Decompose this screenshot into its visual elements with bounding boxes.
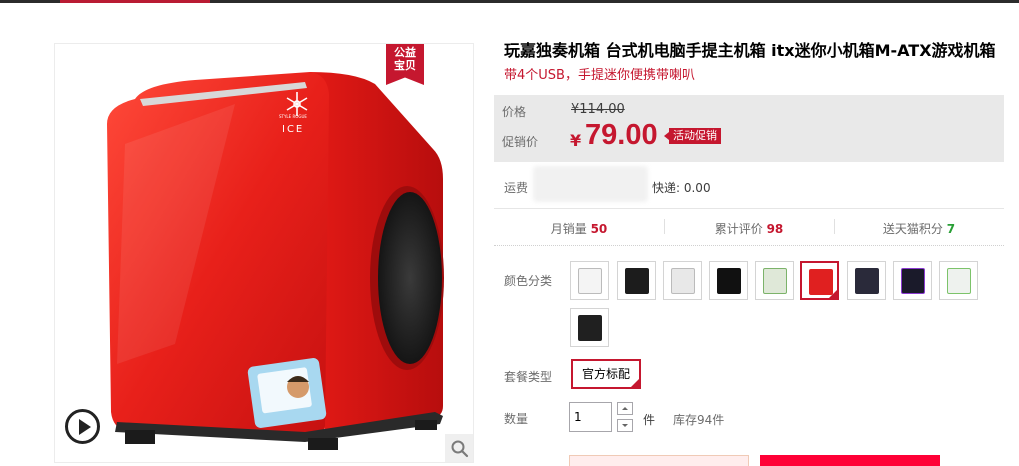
original-price: ¥114.00	[571, 102, 625, 117]
play-icon[interactable]	[65, 409, 100, 444]
charity-tag: 公益 宝贝	[386, 44, 424, 85]
product-subtitle: 带4个USB，手提迷你便携带喇叭	[504, 68, 695, 83]
stat-value: 7	[946, 222, 956, 236]
quantity-input[interactable]	[569, 402, 612, 432]
divider	[494, 208, 1004, 209]
quantity-decrease-button[interactable]	[617, 419, 633, 432]
buy-now-button[interactable]	[569, 455, 749, 466]
color-swatch[interactable]	[709, 261, 748, 300]
top-bar-accent	[60, 0, 210, 3]
color-label: 颜色分类	[504, 274, 553, 288]
promo-price-label: 促销价	[502, 135, 539, 149]
color-swatch[interactable]	[617, 261, 656, 300]
check-icon	[828, 289, 838, 299]
add-to-cart-button[interactable]	[760, 455, 940, 466]
chevron-up-icon	[622, 407, 628, 410]
package-option[interactable]: 官方标配	[571, 359, 641, 389]
stat-label: 送天猫积分	[882, 222, 943, 236]
color-swatch[interactable]	[893, 261, 932, 300]
pc-case-illustration	[107, 72, 444, 450]
check-icon	[630, 378, 640, 388]
shipping-label: 运费	[504, 181, 529, 195]
color-swatch[interactable]	[939, 261, 978, 300]
product-title: 玩嘉独奏机箱 台式机电脑手提主机箱 itx迷你小机箱M-ATX游戏机箱	[504, 41, 996, 60]
search-icon	[451, 440, 469, 458]
color-swatch[interactable]	[847, 261, 886, 300]
shipping-cost: 快递: 0.00	[652, 181, 711, 195]
stock-count: 库存94件	[673, 413, 725, 427]
color-swatch[interactable]	[570, 308, 609, 347]
stat-points: 送天猫积分 7	[834, 220, 1004, 237]
stat-label: 累计评价	[714, 222, 763, 236]
promo-badge: 活动促销	[664, 128, 721, 144]
location-selector[interactable]	[533, 166, 648, 202]
quantity-unit: 件	[643, 413, 656, 427]
package-label: 套餐类型	[504, 370, 553, 384]
case-small-text: STYLE ROGUE	[279, 114, 307, 119]
stat-monthly-sales: 月销量 50	[494, 220, 664, 237]
price-label: 价格	[502, 105, 527, 119]
currency-symbol: ¥	[570, 131, 582, 150]
stat-value: 50	[590, 222, 608, 236]
quantity-increase-button[interactable]	[617, 402, 633, 415]
stat-value: 98	[766, 222, 784, 236]
stat-label: 月销量	[550, 222, 587, 236]
zoom-button[interactable]	[445, 434, 473, 462]
color-swatch[interactable]	[570, 261, 609, 300]
promo-price: 79.00	[585, 119, 658, 151]
color-swatch[interactable]	[755, 261, 794, 300]
stat-reviews[interactable]: 累计评价 98	[664, 220, 834, 237]
color-swatch-selected[interactable]	[800, 261, 839, 300]
quantity-label: 数量	[504, 412, 529, 426]
charity-tag-line2: 宝贝	[394, 59, 416, 72]
package-option-label: 官方标配	[581, 367, 630, 381]
divider-dotted	[494, 245, 1004, 246]
chevron-down-icon	[622, 424, 628, 427]
color-swatch[interactable]	[663, 261, 702, 300]
charity-tag-line1: 公益	[394, 46, 416, 59]
case-brand-text: ICE	[282, 124, 305, 135]
product-image[interactable]: ICE STYLE ROGUE 公益 宝贝	[54, 43, 474, 463]
